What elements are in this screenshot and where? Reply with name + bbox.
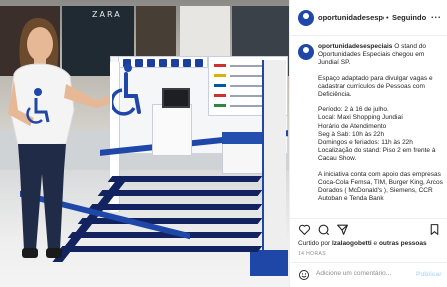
action-bar — [290, 218, 447, 238]
bench-cushion — [222, 132, 266, 144]
caption-line: Domingos e feriados: 11h às 22h — [318, 139, 413, 147]
caption-username[interactable]: oportunidadesespeciais — [318, 43, 392, 50]
caption-line: Horário de Atendimento — [318, 122, 387, 130]
post-photo[interactable]: ZARA — [0, 0, 289, 287]
bookmark-icon[interactable] — [428, 223, 441, 236]
kiosk-desk — [152, 104, 192, 156]
wheelchair-icon — [112, 64, 141, 116]
comment-bar: Publicar — [290, 262, 447, 287]
caption-line: Local: Maxi Shopping Jundiaí — [318, 114, 403, 122]
caption-line: Período: 2 à 16 de julho. — [318, 106, 389, 114]
presenter-person — [8, 18, 110, 258]
post-header: oportunidadesespecia • Seguindo ... — [290, 0, 447, 36]
comment-icon[interactable] — [317, 223, 330, 236]
likes-prefix: Curtido por — [298, 240, 332, 247]
likes-summary: Curtido por lzalaogobetti e outras pesso… — [298, 240, 427, 247]
following-button[interactable]: Seguindo — [392, 13, 426, 22]
publish-button[interactable]: Publicar — [416, 271, 442, 278]
header-username[interactable]: oportunidadesespecia — [318, 13, 384, 22]
caption-line: Localização do stand: Piso 2 em frente à… — [318, 147, 436, 163]
post-date[interactable]: 14 HORAS — [298, 251, 326, 257]
heart-icon[interactable] — [298, 223, 311, 236]
likes-connector: e — [371, 240, 379, 247]
liked-by-user[interactable]: lzalaogobetti — [332, 240, 372, 247]
separator-dot: • — [386, 13, 389, 22]
avatar[interactable] — [298, 44, 314, 60]
post-caption: oportunidadesespeciais O stand do Oportu… — [290, 38, 447, 216]
caption-paragraph: A iniciativa conta com apoio das empresa… — [318, 170, 443, 203]
kiosk-monitor — [162, 88, 190, 108]
caption-paragraph: Espaço adaptado para divulgar vagas e ca… — [318, 74, 433, 99]
caption-paragraph: Período: 2 à 16 de julho. Local: Maxi Sh… — [318, 106, 444, 163]
comment-input[interactable] — [316, 270, 412, 277]
avatar[interactable] — [298, 10, 314, 26]
share-icon[interactable] — [336, 223, 349, 236]
caption-line: Seg à Sab: 10h às 22h — [318, 130, 385, 138]
caption-text: oportunidadesespeciais O stand do Oportu… — [318, 43, 444, 203]
post-sidebar: oportunidadesespecia • Seguindo ... opor… — [289, 0, 447, 287]
emoji-icon[interactable] — [298, 269, 310, 281]
liked-by-others[interactable]: outras pessoas — [379, 240, 427, 247]
more-options-button[interactable]: ... — [431, 10, 442, 20]
